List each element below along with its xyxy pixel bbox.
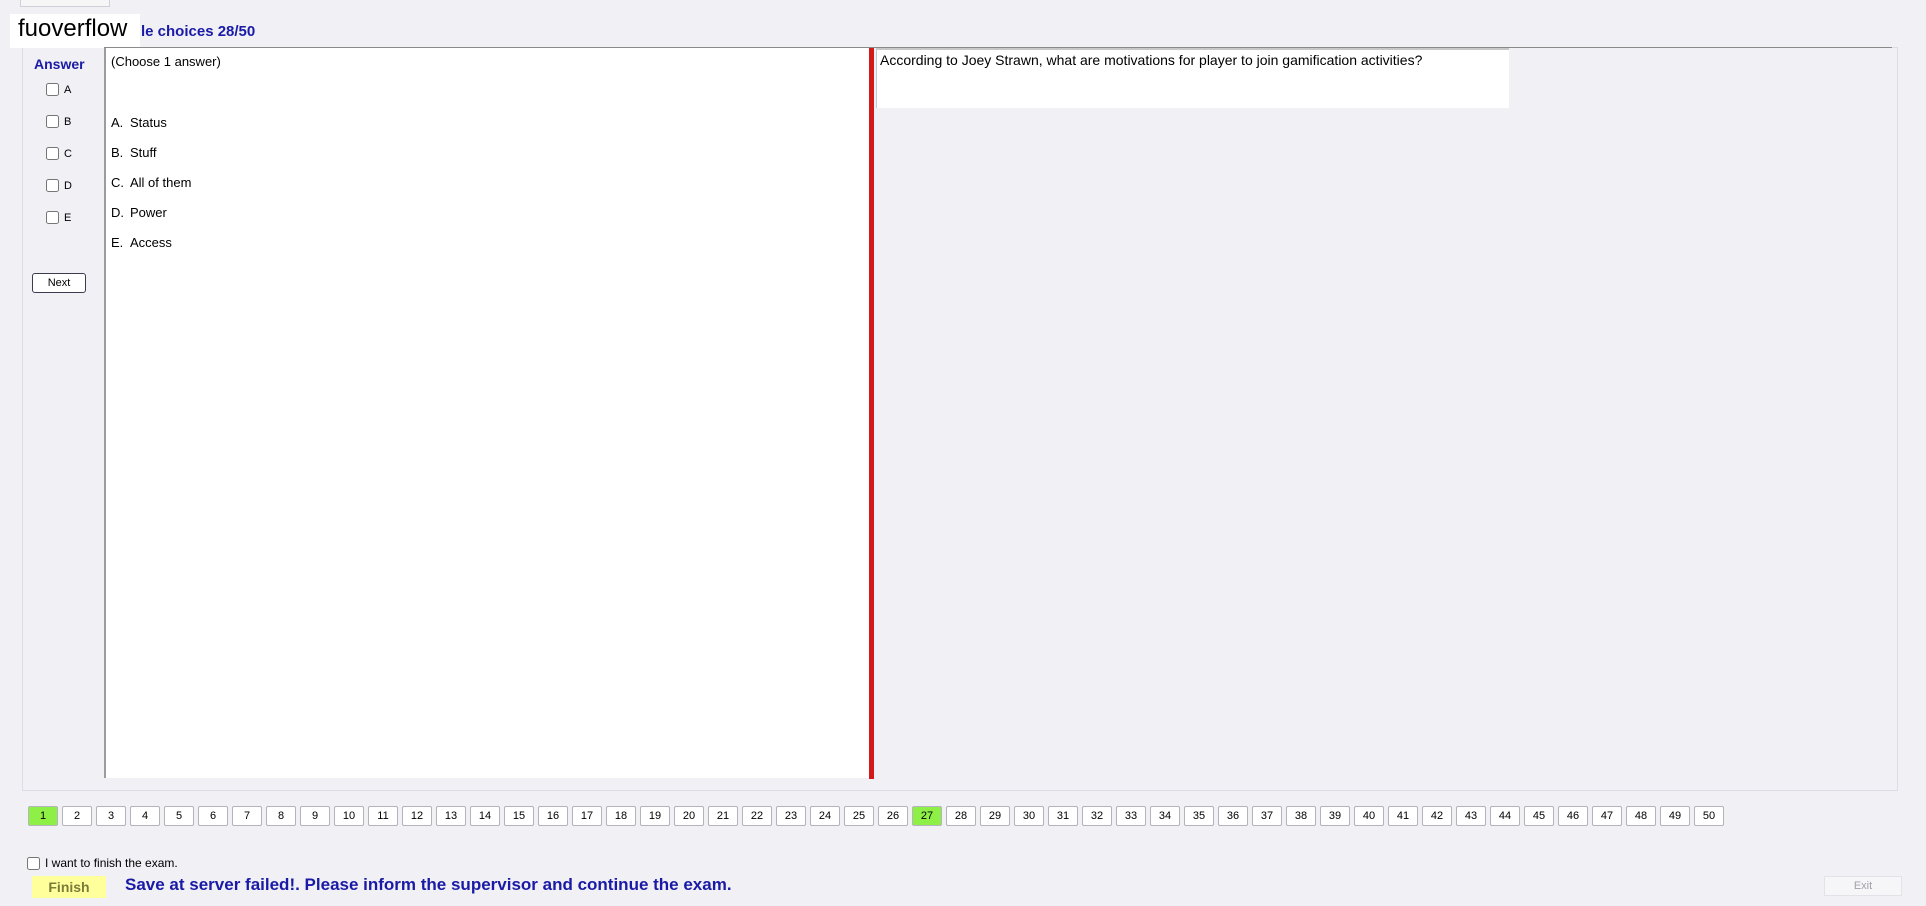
question-nav-button-15[interactable]: 15: [504, 806, 534, 826]
question-nav-button-46[interactable]: 46: [1558, 806, 1588, 826]
watermark-brand: fuoverflow: [18, 15, 128, 42]
question-nav-button-14[interactable]: 14: [470, 806, 500, 826]
question-nav-button-39[interactable]: 39: [1320, 806, 1350, 826]
question-nav-button-3[interactable]: 3: [96, 806, 126, 826]
question-nav-button-10[interactable]: 10: [334, 806, 364, 826]
answer-item: A. Status: [111, 115, 167, 130]
answer-letter: D.: [111, 205, 124, 220]
exit-button[interactable]: Exit: [1824, 876, 1902, 896]
question-nav-button-13[interactable]: 13: [436, 806, 466, 826]
option-c-checkbox[interactable]: [46, 147, 59, 160]
question-nav-button-22[interactable]: 22: [742, 806, 772, 826]
question-nav-button-19[interactable]: 19: [640, 806, 670, 826]
question-panel: [104, 48, 871, 778]
question-nav-button-32[interactable]: 32: [1082, 806, 1112, 826]
option-d[interactable]: D: [46, 179, 72, 192]
answer-item: D. Power: [111, 205, 167, 220]
answer-item: B. Stuff: [111, 145, 157, 160]
question-nav-button-11[interactable]: 11: [368, 806, 398, 826]
option-e-label: E: [64, 211, 72, 224]
question-nav-button-38[interactable]: 38: [1286, 806, 1316, 826]
question-nav-button-8[interactable]: 8: [266, 806, 296, 826]
question-nav-button-35[interactable]: 35: [1184, 806, 1214, 826]
question-instruction: (Choose 1 answer): [111, 54, 221, 69]
option-b-checkbox[interactable]: [46, 115, 59, 128]
question-nav-button-33[interactable]: 33: [1116, 806, 1146, 826]
finish-exam-check[interactable]: I want to finish the exam.: [27, 856, 178, 870]
option-e[interactable]: E: [46, 211, 71, 224]
question-nav-button-42[interactable]: 42: [1422, 806, 1452, 826]
answer-label: Answer: [34, 56, 85, 72]
answer-letter: C.: [111, 175, 124, 190]
option-b-label: B: [64, 115, 72, 128]
answer-text: Status: [130, 115, 167, 130]
question-nav-button-41[interactable]: 41: [1388, 806, 1418, 826]
question-nav-button-21[interactable]: 21: [708, 806, 738, 826]
question-nav-button-50[interactable]: 50: [1694, 806, 1724, 826]
answer-item: C. All of them: [111, 175, 191, 190]
question-nav-button-12[interactable]: 12: [402, 806, 432, 826]
question-nav-button-37[interactable]: 37: [1252, 806, 1282, 826]
status-message: Save at server failed!. Please inform th…: [125, 875, 732, 894]
answer-letter: E.: [111, 235, 124, 250]
question-nav-button-49[interactable]: 49: [1660, 806, 1690, 826]
question-nav-button-9[interactable]: 9: [300, 806, 330, 826]
question-nav-button-36[interactable]: 36: [1218, 806, 1248, 826]
section-title: le choices 28/50: [141, 23, 256, 40]
question-nav-button-16[interactable]: 16: [538, 806, 568, 826]
question-nav-button-17[interactable]: 17: [572, 806, 602, 826]
finish-exam-checkbox[interactable]: [27, 856, 40, 870]
answer-text: Stuff: [130, 145, 157, 160]
question-navigator: 1 2 3 4 5 6 7 8 9 10 11 12 13 14 15 16 17 18 19 20 21 22 23 24 2…: [28, 806, 1728, 826]
question-nav-button-29[interactable]: 29: [980, 806, 1010, 826]
answer-letter: B.: [111, 145, 124, 160]
next-button[interactable]: Next: [32, 273, 86, 293]
question-nav-button-18[interactable]: 18: [606, 806, 636, 826]
option-d-checkbox[interactable]: [46, 179, 59, 192]
option-b[interactable]: B: [46, 115, 71, 128]
answer-letter: A.: [111, 115, 124, 130]
option-e-checkbox[interactable]: [46, 211, 59, 224]
finish-exam-label: I want to finish the exam.: [45, 856, 178, 870]
question-nav-button-30[interactable]: 30: [1014, 806, 1044, 826]
question-nav-button-25[interactable]: 25: [844, 806, 874, 826]
question-nav-button-27[interactable]: 27: [912, 806, 942, 826]
question-nav-button-43[interactable]: 43: [1456, 806, 1486, 826]
question-nav-button-48[interactable]: 48: [1626, 806, 1656, 826]
question-nav-button-31[interactable]: 31: [1048, 806, 1078, 826]
finish-button[interactable]: Finish: [32, 876, 106, 898]
question-nav-button-24[interactable]: 24: [810, 806, 840, 826]
question-nav-button-47[interactable]: 47: [1592, 806, 1622, 826]
question-nav-button-7[interactable]: 7: [232, 806, 262, 826]
answer-text: All of them: [130, 175, 192, 190]
option-d-label: D: [64, 179, 72, 192]
option-a-checkbox[interactable]: [46, 83, 59, 96]
question-nav-button-5[interactable]: 5: [164, 806, 194, 826]
question-text: According to Joey Strawn, what are motiv…: [880, 52, 1423, 68]
question-nav-button-28[interactable]: 28: [946, 806, 976, 826]
question-detail-panel: [874, 48, 1892, 778]
answer-text: Power: [130, 205, 167, 220]
answer-item: E. Access: [111, 235, 172, 250]
question-nav-button-20[interactable]: 20: [674, 806, 704, 826]
question-nav-button-40[interactable]: 40: [1354, 806, 1384, 826]
option-c[interactable]: C: [46, 147, 72, 160]
answer-text: Access: [130, 235, 172, 250]
question-nav-button-23[interactable]: 23: [776, 806, 806, 826]
question-nav-button-4[interactable]: 4: [130, 806, 160, 826]
top-tab: [20, 0, 110, 7]
question-nav-button-1[interactable]: 1: [28, 806, 58, 826]
question-nav-button-44[interactable]: 44: [1490, 806, 1520, 826]
question-nav-button-2[interactable]: 2: [62, 806, 92, 826]
question-nav-button-6[interactable]: 6: [198, 806, 228, 826]
option-c-label: C: [64, 147, 72, 160]
question-nav-button-26[interactable]: 26: [878, 806, 908, 826]
option-a-label: A: [64, 83, 72, 96]
option-a[interactable]: A: [46, 83, 71, 96]
question-nav-button-45[interactable]: 45: [1524, 806, 1554, 826]
question-nav-button-34[interactable]: 34: [1150, 806, 1180, 826]
